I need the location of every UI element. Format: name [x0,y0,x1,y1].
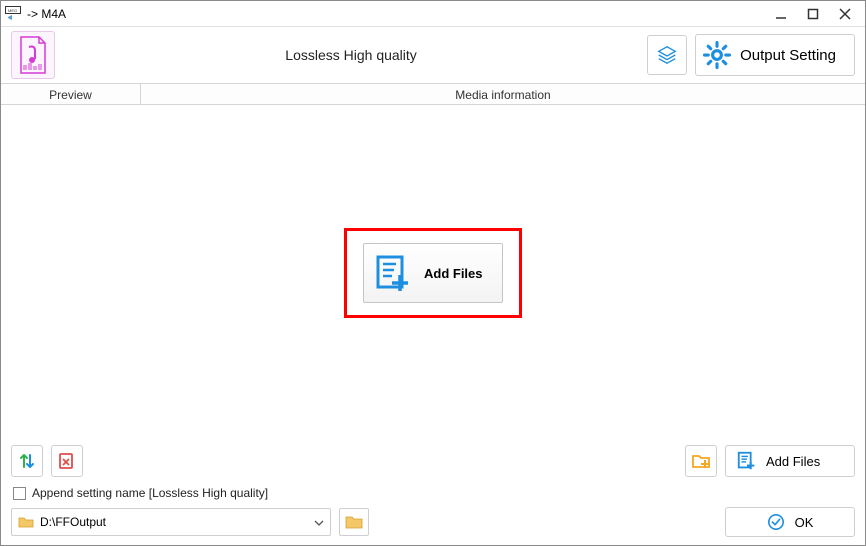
add-files-label: Add Files [766,454,820,469]
remove-button[interactable] [51,445,83,477]
layers-icon [656,44,678,66]
format-icon-m4a[interactable] [11,31,55,79]
app-window: MEG -> M4A [0,0,866,546]
ok-button[interactable]: OK [725,507,855,537]
chevron-down-icon [314,515,324,529]
browse-folder-button[interactable] [339,508,369,536]
sort-arrows-icon [17,451,37,471]
maximize-button[interactable] [797,4,829,24]
folder-icon [18,515,34,529]
check-circle-icon [767,513,785,531]
gear-icon [702,40,732,70]
app-icon: MEG [5,6,21,22]
add-files-main-label: Add Files [424,266,483,281]
bottom-toolbar: Add Files [1,441,865,481]
add-files-button[interactable]: Add Files [725,445,855,477]
window-title: -> M4A [27,7,765,21]
output-path-text: D:\FFOutput [40,515,308,529]
columns-header: Preview Media information [1,83,865,105]
add-files-main-button[interactable]: Add Files [363,243,503,303]
output-path-combo[interactable]: D:\FFOutput [11,508,331,536]
add-file-icon [374,253,414,293]
highlight-box: Add Files [344,228,522,318]
append-label: Append setting name [Lossless High quali… [32,486,268,500]
column-preview[interactable]: Preview [1,84,141,104]
folder-open-icon [345,514,363,530]
add-file-small-icon [736,450,758,472]
file-list-area: Add Files [1,105,865,441]
window-controls [765,4,861,24]
quality-label: Lossless High quality [63,47,639,63]
titlebar: MEG -> M4A [1,1,865,27]
svg-text:MEG: MEG [8,8,17,13]
toolbar: Lossless High quality Output Setting [1,27,865,83]
output-setting-button[interactable]: Output Setting [695,34,855,76]
output-row: D:\FFOutput OK [1,505,865,545]
remove-file-icon [57,451,77,471]
layers-button[interactable] [647,35,687,75]
add-folder-button[interactable] [685,445,717,477]
add-folder-icon [691,451,711,471]
ok-label: OK [795,515,814,530]
move-button[interactable] [11,445,43,477]
minimize-button[interactable] [765,4,797,24]
append-row: Append setting name [Lossless High quali… [1,481,865,505]
append-checkbox[interactable] [13,487,26,500]
close-button[interactable] [829,4,861,24]
output-setting-label: Output Setting [740,47,836,64]
column-media-info[interactable]: Media information [141,84,865,104]
